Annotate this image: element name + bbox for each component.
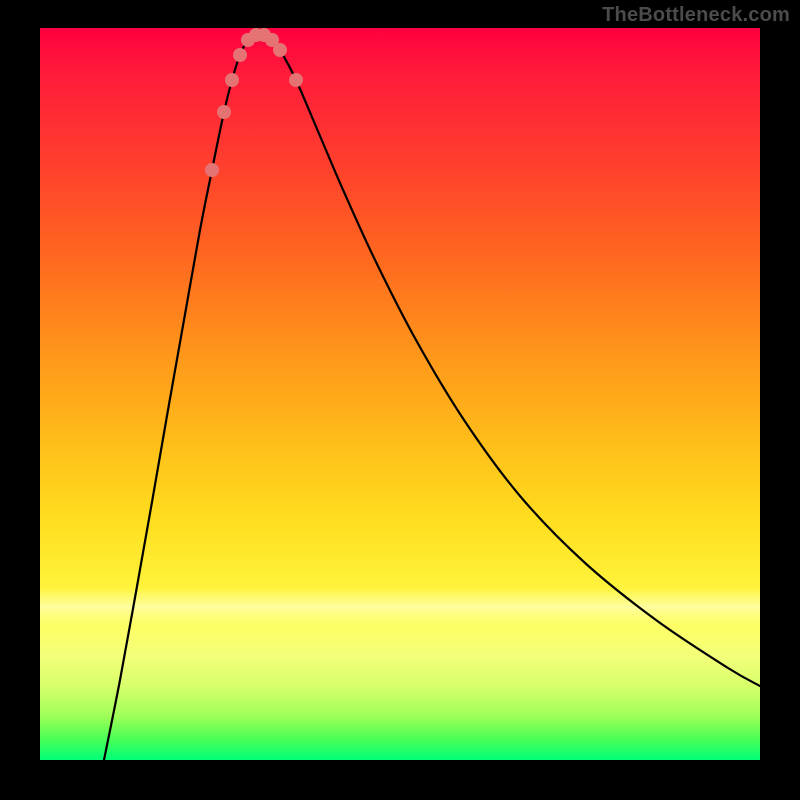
curve-marker bbox=[273, 43, 287, 57]
curve-svg bbox=[40, 28, 760, 760]
curve-marker bbox=[205, 163, 219, 177]
curve-marker bbox=[217, 105, 231, 119]
bottleneck-curve bbox=[104, 34, 760, 760]
watermark-text: TheBottleneck.com bbox=[602, 4, 790, 27]
curve-marker bbox=[225, 73, 239, 87]
marker-group bbox=[205, 28, 303, 177]
chart-stage: TheBottleneck.com bbox=[0, 0, 800, 800]
curve-marker bbox=[289, 73, 303, 87]
plot-area bbox=[40, 28, 760, 760]
curve-marker bbox=[233, 48, 247, 62]
